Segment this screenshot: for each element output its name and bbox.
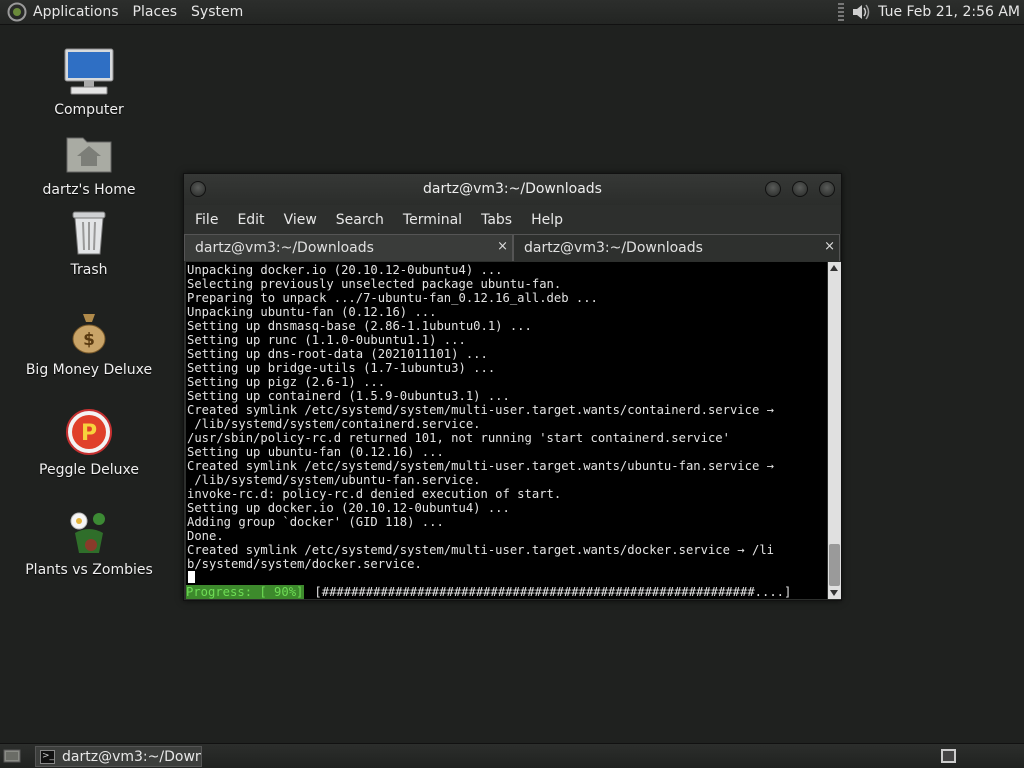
- terminal-line: Created symlink /etc/systemd/system/mult…: [187, 543, 774, 557]
- svg-text:P: P: [81, 421, 97, 446]
- desktop-icon-big-money[interactable]: $ Big Money Deluxe: [19, 304, 159, 378]
- menu-places[interactable]: Places: [133, 4, 178, 20]
- terminal-line: /usr/sbin/policy-rc.d returned 101, not …: [187, 431, 730, 445]
- terminal-line: Created symlink /etc/systemd/system/mult…: [187, 459, 774, 473]
- scroll-up-icon[interactable]: [830, 265, 838, 271]
- svg-text:$: $: [83, 330, 95, 350]
- menu-system[interactable]: System: [191, 4, 243, 20]
- terminal-line: invoke-rc.d: policy-rc.d denied executio…: [187, 487, 562, 501]
- terminal-line: Setting up ubuntu-fan (0.12.16) ...: [187, 445, 444, 459]
- clock[interactable]: Tue Feb 21, 2:56 AM: [878, 4, 1020, 20]
- window-title: dartz@vm3:~/Downloads: [423, 181, 602, 197]
- menu-tabs[interactable]: Tabs: [481, 212, 512, 228]
- window-titlebar[interactable]: dartz@vm3:~/Downloads: [184, 174, 841, 205]
- terminal-line: Setting up docker.io (20.10.12-0ubuntu4)…: [187, 501, 510, 515]
- terminal-line: Setting up containerd (1.5.9-0ubuntu3.1)…: [187, 389, 510, 403]
- scrollbar-thumb[interactable]: [829, 544, 840, 586]
- tab-2[interactable]: dartz@vm3:~/Downloads ×: [513, 234, 840, 261]
- terminal-line: Setting up pigz (2.6-1) ...: [187, 375, 386, 389]
- menu-search[interactable]: Search: [336, 212, 384, 228]
- taskbar-terminal-button[interactable]: >_ dartz@vm3:~/Down...: [35, 746, 202, 767]
- tab-bar: dartz@vm3:~/Downloads × dartz@vm3:~/Down…: [184, 234, 841, 261]
- tab-label: dartz@vm3:~/Downloads: [195, 240, 374, 256]
- terminal-line: Setting up dnsmasq-base (2.86-1.1ubuntu0…: [187, 319, 532, 333]
- progress-bar: [#######################################…: [314, 585, 792, 599]
- show-desktop-icon[interactable]: [3, 748, 21, 764]
- top-panel: Applications Places System Tue Feb 21, 2…: [0, 0, 1024, 25]
- desktop-icon-peggle[interactable]: P Peggle Deluxe: [19, 404, 159, 478]
- panel-handle[interactable]: [838, 3, 845, 21]
- menu-help[interactable]: Help: [531, 212, 563, 228]
- tab-1[interactable]: dartz@vm3:~/Downloads ×: [184, 234, 513, 261]
- computer-icon: [64, 48, 114, 95]
- desktop-icon-home[interactable]: dartz's Home: [19, 124, 159, 198]
- menu-edit[interactable]: Edit: [237, 212, 264, 228]
- money-bag-icon: $: [72, 314, 106, 354]
- terminal-line: Setting up runc (1.1.0-0ubuntu1.1) ...: [187, 333, 466, 347]
- desktop-icon-trash[interactable]: Trash: [19, 204, 159, 278]
- terminal-window[interactable]: dartz@vm3:~/Downloads File Edit View Sea…: [183, 173, 842, 601]
- desktop-icon-label: Plants vs Zombies: [25, 562, 153, 578]
- workspace-switcher[interactable]: [941, 749, 956, 763]
- terminal-line: Unpacking docker.io (20.10.12-0ubuntu4) …: [187, 263, 503, 277]
- terminal-line: b/systemd/system/docker.service.: [187, 557, 422, 571]
- terminal-text: Unpacking docker.io (20.10.12-0ubuntu4) …: [186, 262, 827, 571]
- text-cursor: [188, 571, 195, 583]
- terminal-line: /lib/systemd/system/ubuntu-fan.service.: [187, 473, 481, 487]
- desktop-icon-label: Peggle Deluxe: [39, 462, 139, 478]
- terminal-line: Done.: [187, 529, 224, 543]
- desktop-icon-computer[interactable]: Computer: [19, 44, 159, 118]
- maximize-button[interactable]: [792, 181, 808, 197]
- taskbar-label: dartz@vm3:~/Down...: [62, 748, 201, 765]
- scroll-down-icon[interactable]: [830, 590, 838, 596]
- tab-close-icon[interactable]: ×: [497, 239, 508, 254]
- terminal-output[interactable]: Unpacking docker.io (20.10.12-0ubuntu4) …: [186, 262, 827, 599]
- peggle-icon: P: [66, 409, 112, 455]
- bottom-panel: >_ dartz@vm3:~/Down...: [0, 743, 1024, 768]
- speaker-icon[interactable]: [850, 2, 872, 22]
- menu-applications[interactable]: Applications: [33, 4, 119, 20]
- terminal-line: Setting up dns-root-data (2021011101) ..…: [187, 347, 488, 361]
- terminal-line: Adding group `docker' (GID 118) ...: [187, 515, 444, 529]
- terminal-line: Created symlink /etc/systemd/system/mult…: [187, 403, 774, 417]
- terminal-line: Selecting previously unselected package …: [187, 277, 562, 291]
- trash-icon: [72, 211, 106, 255]
- home-folder-icon: [66, 137, 112, 173]
- progress-line: Progress: [ 90%] [######################…: [186, 585, 827, 599]
- terminal-scrollbar[interactable]: [828, 262, 841, 599]
- close-button[interactable]: [819, 181, 835, 197]
- terminal-line: Setting up bridge-utils (1.7-1ubuntu3) .…: [187, 361, 496, 375]
- terminal-line: /lib/systemd/system/containerd.service.: [187, 417, 481, 431]
- desktop-icon-label: Computer: [54, 102, 124, 118]
- tab-label: dartz@vm3:~/Downloads: [524, 240, 703, 256]
- desktop-icon-label: Big Money Deluxe: [25, 362, 153, 378]
- menu-terminal[interactable]: Terminal: [403, 212, 462, 228]
- tab-close-icon[interactable]: ×: [824, 239, 835, 254]
- desktop-icon-label: Trash: [70, 262, 108, 278]
- terminal-line: Unpacking ubuntu-fan (0.12.16) ...: [187, 305, 437, 319]
- desktop-icon-label: dartz's Home: [42, 182, 136, 198]
- minimize-button[interactable]: [765, 181, 781, 197]
- progress-label: Progress: [ 90%]: [186, 585, 305, 599]
- terminal-line: Preparing to unpack .../7-ubuntu-fan_0.1…: [187, 291, 598, 305]
- desktop-icon-pvz[interactable]: Plants vs Zombies: [19, 504, 159, 578]
- menu-file[interactable]: File: [195, 212, 218, 228]
- plants-vs-zombies-icon: [70, 512, 105, 553]
- menu-view[interactable]: View: [284, 212, 317, 228]
- distro-logo-icon[interactable]: [7, 2, 27, 22]
- terminal-icon: >_: [40, 749, 56, 764]
- terminal-menubar: File Edit View Search Terminal Tabs Help: [184, 205, 841, 234]
